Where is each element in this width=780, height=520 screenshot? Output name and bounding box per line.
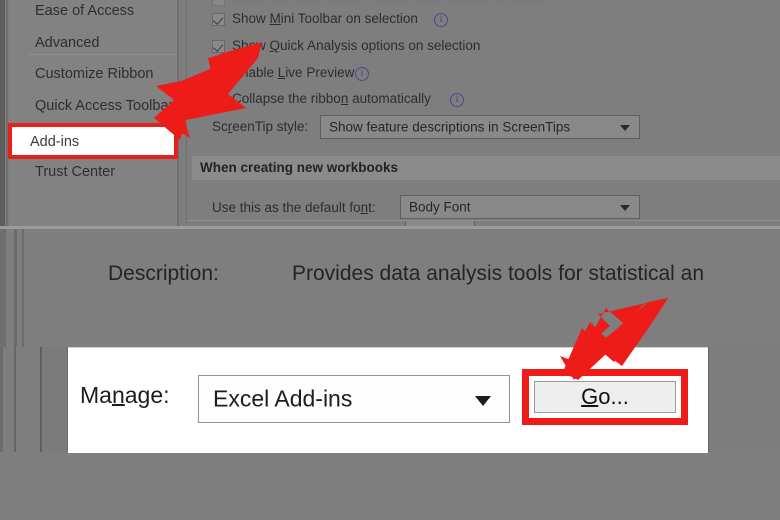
sidebar-item-add-ins[interactable]: Add-ins — [8, 123, 178, 159]
go-button-highlight: Go... — [522, 369, 688, 425]
chevron-down-icon — [620, 125, 630, 131]
screentip-style-label: ScreenTip style: — [212, 119, 309, 134]
chevron-down-icon — [620, 205, 630, 211]
checkbox-paste-options-label: Show the Paste Options button when conte… — [232, 0, 548, 6]
screentip-style-value: Show feature descriptions in ScreenTips — [329, 119, 571, 135]
excel-options-dialog-top: Ease of Access Advanced Customize Ribbon… — [0, 0, 780, 226]
window-left-edge — [0, 0, 5, 226]
checkbox-show-mini-toolbar-label: Show Mini Toolbar on selection — [232, 11, 418, 26]
dialog-left-edge — [0, 229, 6, 347]
dialog-left-edge-line-2 — [22, 229, 24, 347]
dialog-outer-left-edge — [0, 347, 16, 452]
section-header-when-creating-new-workbooks: When creating new workbooks — [200, 160, 399, 175]
default-font-value: Body Font — [409, 199, 471, 215]
sidebar-item-quick-access-toolbar[interactable]: Quick Access Toolbar — [23, 91, 183, 121]
manage-dropdown[interactable]: Excel Add-ins — [198, 375, 510, 423]
sidebar-item-label: Add-ins — [30, 134, 80, 150]
dialog-right-edge — [708, 347, 780, 452]
checkbox-collapse-ribbon[interactable] — [212, 92, 225, 105]
nav-panel-divider-2 — [186, 0, 187, 226]
default-font-label: Use this as the default font: — [212, 200, 376, 215]
info-icon[interactable]: i — [450, 93, 464, 107]
manage-dropdown-value: Excel Add-ins — [213, 385, 353, 412]
window-left-edge-line — [6, 0, 8, 226]
sidebar-item-label: Ease of Access — [35, 3, 135, 19]
dialog-left-edge-line — [14, 229, 17, 347]
pane-bottom-rule — [187, 220, 780, 221]
checkbox-enable-live-preview[interactable] — [212, 66, 225, 79]
go-button[interactable]: Go... — [534, 381, 676, 413]
options-navigation-panel: Ease of Access Advanced Customize Ribbon… — [9, 0, 179, 226]
sidebar-item-ease-of-access[interactable]: Ease of Access — [23, 0, 183, 26]
sidebar-divider — [29, 54, 179, 55]
go-button-label: Go... — [581, 384, 629, 409]
excel-options-screenshot: Ease of Access Advanced Customize Ribbon… — [0, 0, 780, 520]
checkbox-show-mini-toolbar[interactable] — [212, 13, 225, 26]
description-value: Provides data analysis tools for statist… — [292, 262, 705, 285]
screentip-style-dropdown[interactable]: Show feature descriptions in ScreenTips — [320, 115, 640, 139]
checkbox-show-quick-analysis[interactable] — [212, 40, 225, 53]
checkbox-collapse-ribbon-label: Collapse the ribbon automatically — [232, 91, 431, 106]
info-icon[interactable]: i — [355, 67, 369, 81]
sidebar-item-trust-center[interactable]: Trust Center — [23, 157, 183, 187]
description-band — [0, 226, 780, 347]
checkbox-enable-live-preview-label: Enable Live Preview — [232, 65, 355, 80]
checkbox-show-quick-analysis-label: Show Quick Analysis options on selection — [232, 38, 481, 53]
sidebar-item-label: Customize Ribbon — [35, 66, 154, 82]
dialog-inner-left-edge — [40, 347, 68, 452]
nav-panel-divider — [177, 0, 179, 226]
info-icon[interactable]: i — [434, 13, 448, 27]
sidebar-item-customize-ribbon[interactable]: Customize Ribbon — [23, 59, 183, 89]
manage-row-panel: Manage: Excel Add-ins Go... — [68, 347, 708, 453]
sidebar-item-label: Advanced — [35, 35, 100, 51]
manage-label: Manage: — [80, 382, 170, 408]
chevron-down-icon — [475, 396, 491, 406]
description-label: Description: — [108, 262, 219, 285]
checkbox-paste-options[interactable] — [212, 0, 225, 6]
band-top-rule — [0, 226, 780, 229]
sidebar-item-label: Quick Access Toolbar — [35, 98, 174, 114]
sidebar-item-label: Trust Center — [35, 164, 116, 180]
default-font-dropdown[interactable]: Body Font — [400, 195, 640, 219]
